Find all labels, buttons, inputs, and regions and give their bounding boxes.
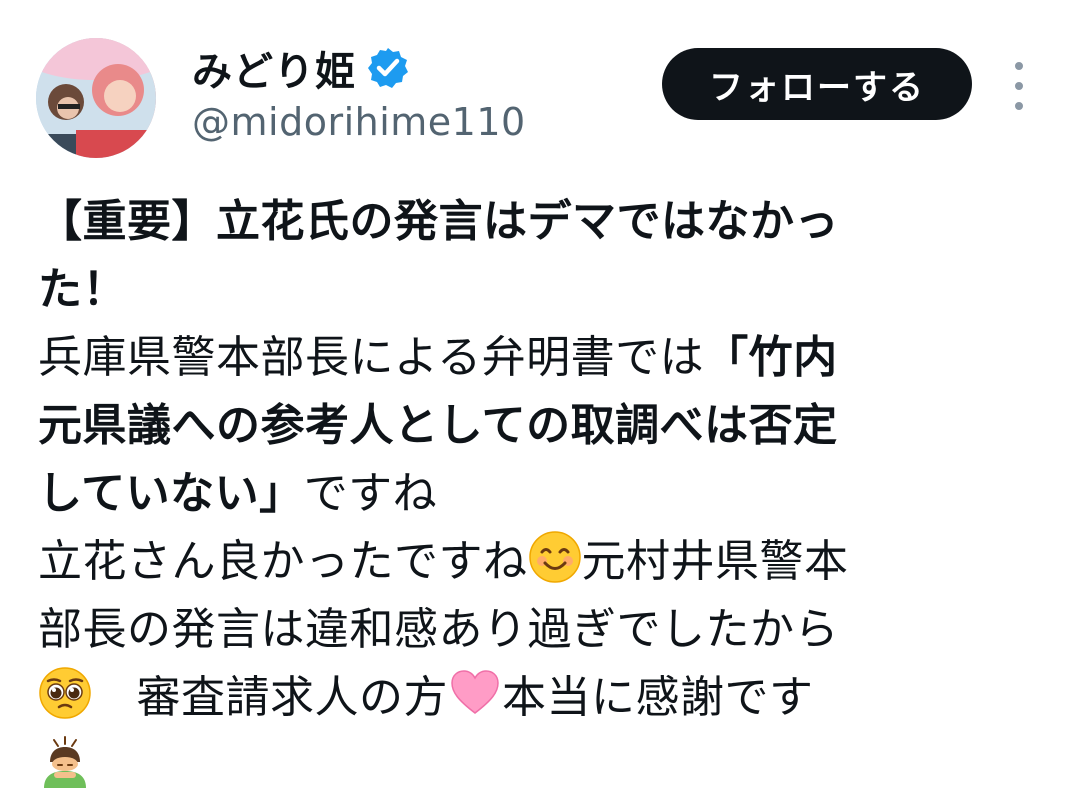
verified-badge-icon [366, 46, 410, 90]
tweet-text-span: 本当に感謝です [502, 672, 814, 723]
tweet-text: 【重要】立花氏の発言はデマではなかっ た！ 兵庫県警本部長による弁明書では「竹内… [38, 188, 1048, 800]
tweet-line: 審査請求人の方 本当に感謝です [38, 664, 1048, 732]
tweet-text-span: 元村井県警本 [581, 536, 849, 587]
tweet-text-span-bold: 「竹内 [704, 332, 838, 383]
avatar[interactable] [36, 38, 156, 158]
author-name-row: みどり姫 [192, 40, 410, 96]
tweet-line: 元県議への参考人としての取調べは否定 [38, 400, 838, 451]
tweet-text-span: 兵庫県警本部長による弁明書では [38, 332, 705, 383]
tweet-line: していない」ですね [38, 460, 1048, 528]
tweet-header: みどり姫 @midorihime110 フォローする [0, 0, 1080, 170]
pink-heart-emoji [448, 666, 502, 740]
tweet-line [38, 732, 1048, 800]
tweet-line: 【重要】立花氏の発言はデマではなかっ [38, 196, 839, 247]
tweet-text-span: 立花さん良かったですね [38, 536, 528, 587]
tweet-line: 兵庫県警本部長による弁明書では「竹内 [38, 324, 1048, 392]
tweet-line: 立花さん良かったですね 元村井県警本 [38, 528, 1048, 596]
smiling-face-emoji [528, 530, 582, 604]
more-options-icon[interactable] [1004, 62, 1034, 110]
more-dot [1015, 82, 1023, 90]
more-dot [1015, 62, 1023, 70]
person-bowing-emoji [38, 734, 92, 808]
more-dot [1015, 102, 1023, 110]
tweet-line: た！ [38, 264, 127, 315]
tweet-line: 部長の発言は違和感あり過ぎでしたから [38, 604, 839, 655]
tweet-text-span: 審査請求人の方 [92, 672, 448, 723]
pleading-face-emoji [38, 666, 92, 740]
tweet-text-span-bold: していない」 [38, 468, 304, 519]
author-handle[interactable]: @midorihime110 [192, 100, 526, 144]
follow-button[interactable]: フォローする [662, 48, 972, 120]
tweet-text-span: ですね [303, 468, 438, 519]
display-name[interactable]: みどり姫 [192, 39, 356, 97]
